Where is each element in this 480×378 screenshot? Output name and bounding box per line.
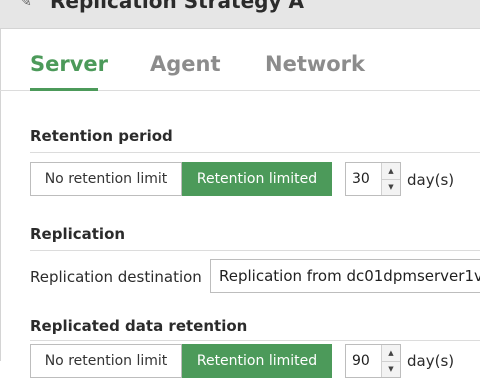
section-divider <box>30 152 480 153</box>
active-tab-indicator <box>30 88 98 91</box>
retention-limited-option[interactable]: Retention limited <box>182 162 332 196</box>
pencil-icon: ✎ <box>20 0 32 10</box>
retention-days-unit: day(s) <box>407 171 455 189</box>
replication-title: Replication <box>30 225 126 243</box>
replicated-retention-days-stepper[interactable]: 90 ▲ ▼ <box>345 344 401 378</box>
stepper-buttons: ▲ ▼ <box>381 163 400 195</box>
retention-days-value[interactable]: 30 <box>352 171 370 187</box>
replication-destination-select[interactable]: Replication from dc01dpmserver1v. <box>210 259 480 293</box>
replicated-no-retention-limit-option[interactable]: No retention limit <box>30 344 182 378</box>
increment-icon[interactable]: ▲ <box>382 163 400 180</box>
decrement-icon[interactable]: ▼ <box>382 361 400 377</box>
section-divider <box>30 340 480 341</box>
tab-network[interactable]: Network <box>265 52 365 76</box>
replicated-retention-limited-option[interactable]: Retention limited <box>182 344 332 378</box>
no-retention-limit-option[interactable]: No retention limit <box>30 162 182 196</box>
retention-period-title: Retention period <box>30 127 173 145</box>
stepper-buttons: ▲ ▼ <box>381 345 400 377</box>
window-title: Replication Strategy A <box>50 0 304 13</box>
replicated-retention-days-value[interactable]: 90 <box>352 353 370 369</box>
tab-agent[interactable]: Agent <box>150 52 221 76</box>
replicated-data-retention-title: Replicated data retention <box>30 317 248 335</box>
retention-days-stepper[interactable]: 30 ▲ ▼ <box>345 162 401 196</box>
replicated-retention-days-unit: day(s) <box>407 352 455 370</box>
section-divider <box>30 250 480 251</box>
tab-server[interactable]: Server <box>30 52 108 76</box>
increment-icon[interactable]: ▲ <box>382 345 400 362</box>
window-titlebar: ✎ Replication Strategy A <box>0 0 480 28</box>
replication-destination-value: Replication from dc01dpmserver1v. <box>219 267 480 285</box>
decrement-icon[interactable]: ▼ <box>382 179 400 195</box>
replication-destination-label: Replication destination <box>30 268 202 286</box>
